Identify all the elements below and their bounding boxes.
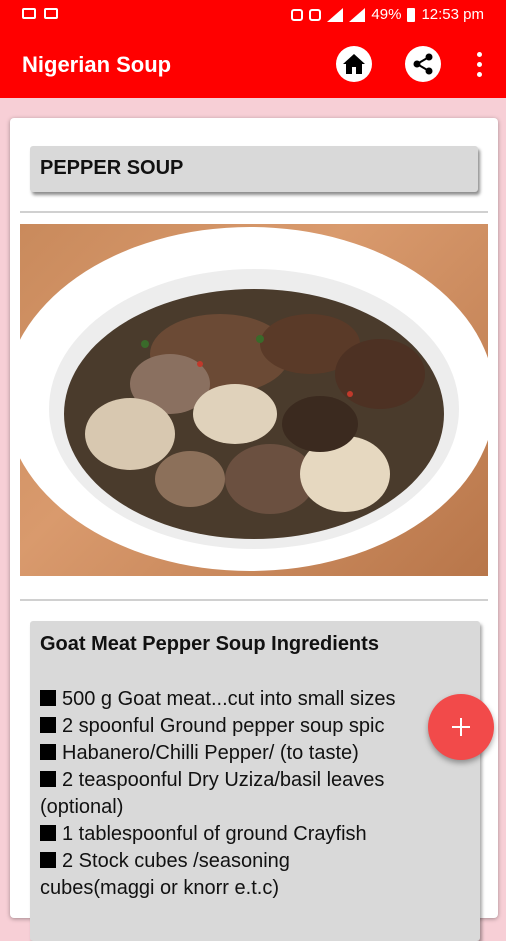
home-icon [343,54,365,74]
status-bar: 49% 12:53 pm [0,0,506,32]
alarm-icon [291,8,304,21]
ingredients-list: 500 g Goat meat...cut into small sizes 2… [40,686,470,902]
list-item: 2 spoonful Ground pepper soup spic [40,713,470,740]
bullet-icon [40,717,56,733]
status-right: 49% 12:53 pm [291,6,484,23]
bullet-icon [40,852,56,868]
ingredients-panel: Goat Meat Pepper Soup Ingredients 500 g … [30,621,480,941]
ingredients-title: Goat Meat Pepper Soup Ingredients [40,633,379,655]
share-icon [413,53,433,75]
battery-percent: 49% [371,6,402,23]
bullet-icon [40,825,56,841]
app-bar: Nigerian Soup [0,32,506,98]
list-item: Habanero/Chilli Pepper/ (to taste) [40,740,470,767]
add-icon [452,718,470,736]
signal-icon [349,7,366,22]
vibrate-icon [309,8,322,21]
list-item: 2 teaspoonful Dry Uziza/basil leaves [40,767,470,794]
add-button[interactable] [428,694,494,760]
clock: 12:53 pm [421,6,484,23]
share-button[interactable] [405,46,441,82]
divider [20,211,488,213]
image-notification-icon [22,8,36,19]
home-button[interactable] [336,46,372,82]
soup-image [20,224,488,576]
recipe-card: PEPPER SOUP Goat Meat Pepper Soup Ingred… [10,118,498,941]
list-item-continued: cubes(maggi or knorr e.t.c) [40,877,279,899]
bullet-icon [40,744,56,760]
list-item: 2 Stock cubes /seasoning [40,848,470,875]
battery-icon [407,7,416,22]
more-vert-icon[interactable] [470,52,488,80]
bullet-icon [40,690,56,706]
recipe-title: PEPPER SOUP [30,146,478,192]
list-item-continued: (optional) [40,796,124,818]
list-item: 1 tablespoonful of ground Crayfish [40,821,470,848]
notification-icons [22,8,58,19]
wifi-icon [327,7,344,22]
bullet-icon [40,771,56,787]
mail-notification-icon [44,8,58,19]
divider [20,599,488,601]
app-title: Nigerian Soup [22,52,172,77]
list-item: 500 g Goat meat...cut into small sizes [40,686,470,713]
